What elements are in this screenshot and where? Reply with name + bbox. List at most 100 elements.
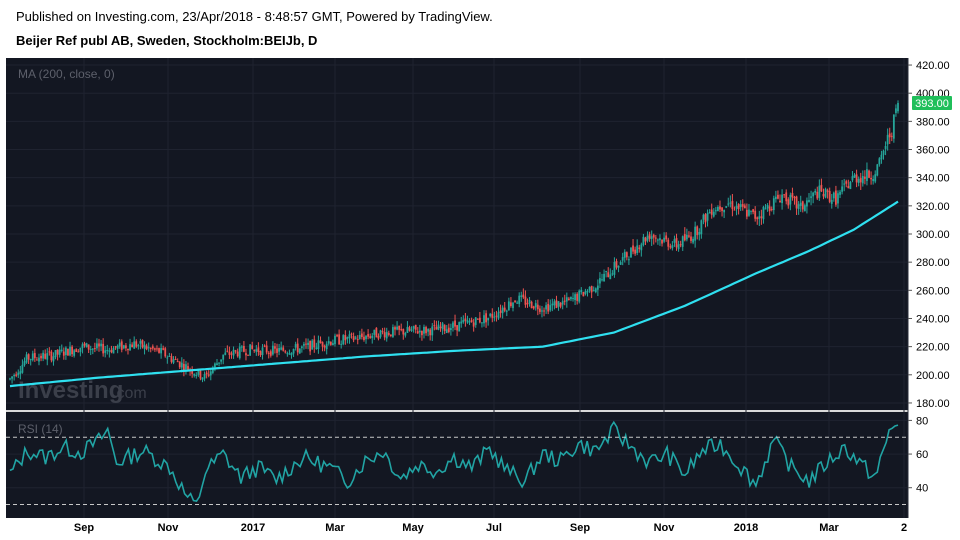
candle-body	[816, 191, 819, 199]
candle-body	[365, 335, 367, 340]
candle-body	[69, 346, 71, 356]
candle-body	[178, 361, 181, 368]
candle-body	[354, 337, 357, 339]
candle-body	[721, 207, 723, 212]
candle-body	[803, 205, 806, 212]
candle-body	[636, 245, 639, 253]
time-axis-ticks: Sep Nov 2017 Mar May Jul Sep Nov 2018 Mar 2	[74, 522, 907, 534]
candle-body	[785, 192, 788, 202]
candle-body	[371, 335, 374, 338]
candle-body	[421, 330, 423, 336]
candle-body	[114, 346, 117, 348]
candle-body	[412, 326, 415, 329]
candle-body	[756, 217, 759, 220]
candle-body	[394, 327, 396, 330]
candle-body	[476, 318, 479, 320]
candle-body	[499, 310, 502, 313]
candle-body	[518, 295, 521, 304]
candle-body	[669, 246, 672, 248]
candle-body	[87, 344, 90, 350]
candle-body	[373, 329, 376, 335]
candle-body	[348, 334, 351, 338]
candle-body	[79, 347, 82, 352]
candle-body	[638, 247, 641, 250]
candle-body	[690, 236, 692, 241]
candle-body	[615, 261, 618, 268]
candle-body	[665, 235, 668, 240]
candle-body	[42, 352, 45, 359]
candle-body	[866, 169, 868, 181]
time-tick-label: Mar	[325, 522, 345, 534]
candle-body	[495, 315, 498, 317]
candle-body	[358, 334, 361, 339]
candle-body	[305, 343, 307, 345]
candle-body	[294, 344, 297, 348]
candle-body	[574, 294, 576, 301]
candle-body	[745, 209, 748, 217]
candle-body	[458, 322, 461, 332]
candle-body	[770, 209, 773, 211]
candle-body	[110, 349, 113, 353]
candle-body	[789, 194, 792, 205]
candle-body	[201, 377, 204, 380]
candle-body	[104, 350, 107, 353]
candle-body	[48, 351, 51, 353]
candle-body	[257, 347, 260, 352]
candle-body	[91, 348, 94, 350]
time-tick-label: Sep	[570, 522, 590, 534]
candle-body	[433, 325, 436, 327]
candle-body	[31, 353, 34, 361]
candle-body	[590, 286, 593, 293]
candle-body	[694, 226, 697, 241]
candle-body	[675, 237, 678, 248]
candle-body	[828, 191, 831, 202]
candle-body	[766, 204, 769, 209]
candle-body	[303, 343, 305, 346]
candle-body	[843, 183, 846, 185]
candle-body	[249, 344, 252, 356]
price-tick-label: 180.00	[916, 398, 950, 410]
candle-body	[737, 204, 740, 210]
candle-body	[830, 199, 833, 204]
candle-body	[77, 351, 80, 353]
candle-body	[654, 237, 657, 239]
time-tick-label: 2018	[734, 522, 758, 534]
candle-body	[580, 289, 583, 293]
candle-body	[485, 313, 487, 323]
candle-body	[576, 293, 579, 301]
candle-body	[623, 251, 626, 258]
candle-body	[685, 234, 688, 240]
candle-body	[762, 206, 765, 220]
candle-body	[261, 347, 264, 356]
stock-chart[interactable]: Investing .com 420.00400.00380.00360.003…	[0, 0, 960, 540]
candle-body	[799, 202, 802, 206]
candle-body	[642, 236, 645, 245]
candle-body	[768, 206, 771, 212]
candle-body	[102, 343, 105, 354]
rsi-tick-label: 60	[916, 449, 928, 461]
candle-body	[247, 354, 249, 356]
candle-body	[11, 376, 13, 379]
candle-body	[578, 290, 581, 302]
candle-body	[81, 344, 84, 348]
candle-body	[441, 323, 444, 330]
candle-body	[835, 190, 837, 205]
candle-body	[797, 204, 800, 210]
candle-body	[62, 351, 65, 356]
candle-body	[882, 150, 885, 155]
candle-body	[609, 274, 612, 280]
candle-body	[702, 214, 705, 220]
candle-body	[214, 363, 216, 368]
candle-body	[423, 326, 425, 334]
candle-body	[162, 348, 165, 350]
candle-body	[570, 297, 572, 300]
candle-body	[352, 336, 355, 341]
candle-body	[381, 331, 384, 333]
candle-body	[478, 317, 481, 323]
candle-body	[120, 341, 123, 350]
candle-body	[220, 359, 223, 362]
candle-body	[319, 340, 322, 344]
candle-body	[431, 326, 434, 336]
candle-body	[497, 312, 500, 319]
candle-body	[851, 176, 854, 181]
